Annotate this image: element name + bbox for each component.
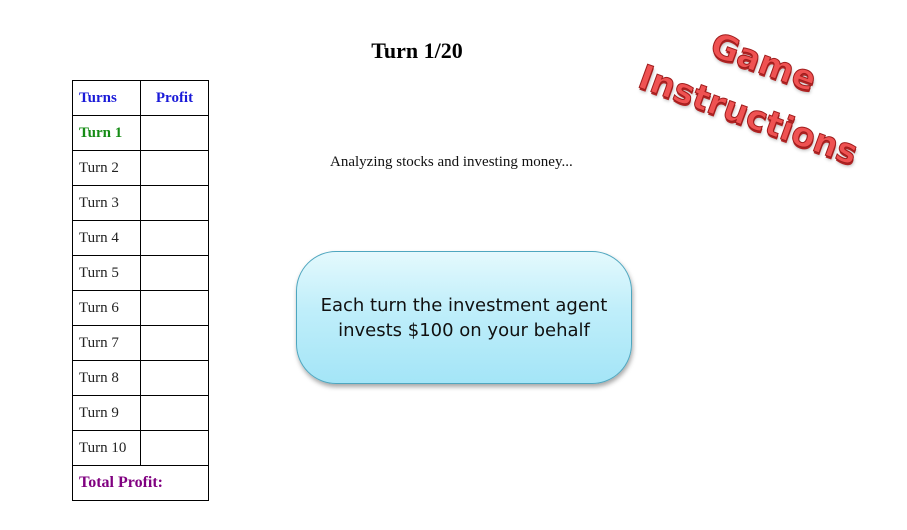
turn-profit [140,150,209,186]
table-row: Turn 9 [72,395,209,431]
table-row: Turn 3 [72,185,209,221]
game-instructions-button[interactable]: Game Instructions [630,22,864,174]
turn-counter-title: Turn 1/20 [371,38,463,63]
turn-profit [140,255,209,291]
turn-label: Turn 9 [72,395,141,431]
table-row: Turn 4 [72,220,209,256]
turn-profit [140,185,209,221]
turn-profit [140,325,209,361]
turn-profit [140,220,209,256]
status-message: Analyzing stocks and investing money... [330,154,573,170]
table-row: Turn 6 [72,290,209,326]
turn-label: Turn 7 [72,325,141,361]
turn-profit [140,360,209,396]
table-row: Turn 5 [72,255,209,291]
table-row: Turn 8 [72,360,209,396]
turn-profit [140,290,209,326]
turn-label: Turn 3 [72,185,141,221]
info-bubble: Each turn the investment agent invests $… [296,251,632,384]
turn-profit [140,430,209,466]
table-row-total: Total Profit: [72,465,209,501]
turn-label: Turn 4 [72,220,141,256]
table-row: Turn 7 [72,325,209,361]
turn-label: Turn 6 [72,290,141,326]
total-profit-label: Total Profit: [72,465,209,501]
table-row: Turn 10 [72,430,209,466]
table-header-row: Turns Profit [72,80,209,116]
turn-label: Turn 1 [72,115,141,151]
header-profit: Profit [140,80,209,116]
turn-label: Turn 8 [72,360,141,396]
header-turns: Turns [72,80,141,116]
table-row-current-turn: Turn 1 [72,115,209,151]
turn-label: Turn 5 [72,255,141,291]
turn-profit [140,115,209,151]
info-bubble-text: Each turn the investment agent invests $… [320,294,608,341]
table-row: Turn 2 [72,150,209,186]
profit-table: Turns Profit Turn 1 Turn 2 Turn 3 Turn 4… [72,80,209,501]
turn-label: Turn 10 [72,430,141,466]
turn-profit [140,395,209,431]
turn-label: Turn 2 [72,150,141,186]
